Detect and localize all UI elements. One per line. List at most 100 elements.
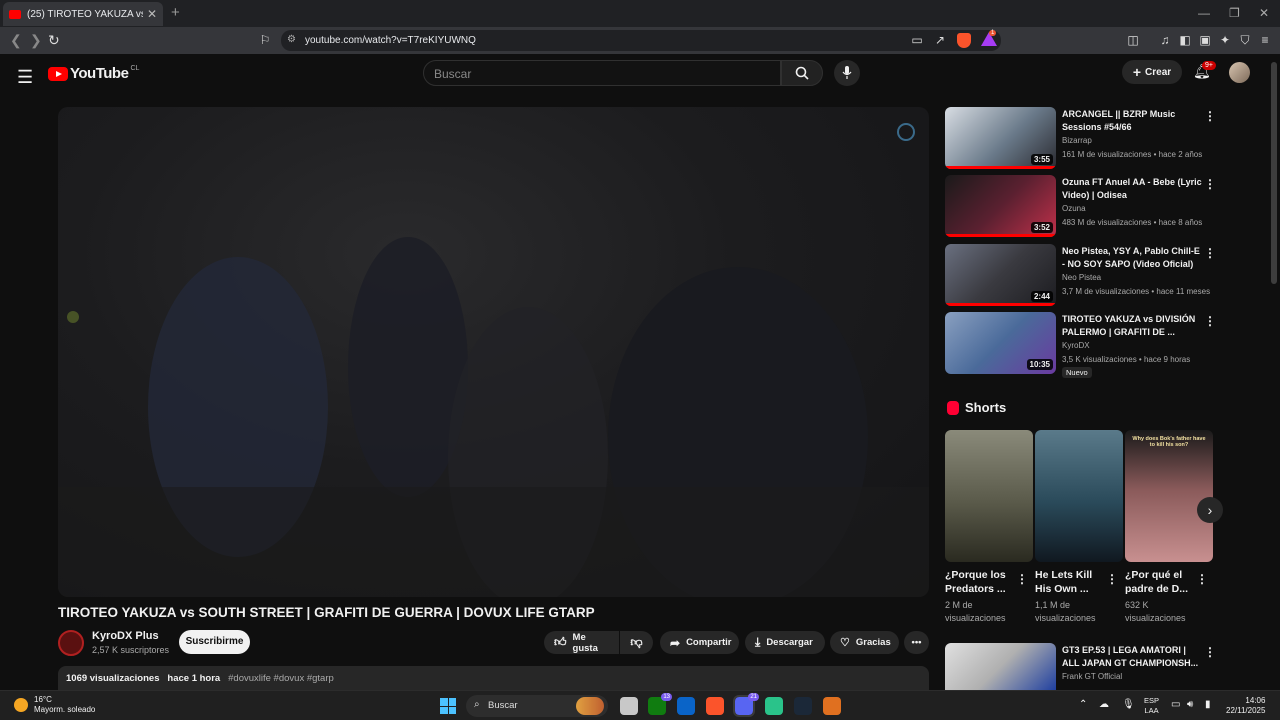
network-icon[interactable]: ▭ [1171,699,1180,710]
chevron-up-icon[interactable]: ⌃ [1079,699,1087,710]
video-thumbnail[interactable]: 3:55 [945,107,1056,169]
close-window-icon[interactable]: ✕ [1259,6,1269,20]
kebab-menu-icon[interactable]: ⋮ [1196,572,1208,586]
new-tab-icon[interactable]: + [171,4,180,21]
url-text: youtube.com/watch?v=T7reKIYUWNQ [305,35,476,46]
description-box[interactable]: 1069 visualizaciones hace 1 hora #dovuxl… [58,666,929,690]
steam-icon[interactable] [794,697,812,715]
cast-icon[interactable]: ▭ [910,33,924,47]
tray-icon[interactable]: ☁ [1099,699,1109,710]
video-thumbnail[interactable]: 3:52 [945,175,1056,237]
kebab-menu-icon[interactable]: ⋮ [1204,314,1216,328]
outlook-icon[interactable] [677,697,695,715]
thanks-button[interactable]: ♡ Gracias [830,631,899,654]
download-button[interactable]: ⤓ Descargar [745,631,825,654]
wallet-icon[interactable]: ▣ [1198,33,1212,47]
page-scrollbar[interactable] [1271,62,1277,284]
clock[interactable]: 14:06 22/11/2025 [1226,696,1265,716]
short-title[interactable]: ¿Por qué el padre de D... [1125,568,1195,596]
short-thumbnail[interactable] [945,430,1033,562]
search-input[interactable]: Buscar [423,60,781,86]
short-title[interactable]: ¿Porque los Predators ... [945,568,1015,596]
related-video[interactable]: 10:35 TIROTEO YAKUZA vs DIVISIÓN PALERMO… [945,312,1216,378]
task-view-icon[interactable] [620,697,638,715]
menu-icon[interactable]: ≡ [1258,33,1272,47]
guide-menu-icon[interactable]: ☰ [17,67,33,88]
short-thumbnail[interactable] [1035,430,1123,562]
kebab-menu-icon[interactable]: ⋮ [1016,572,1028,586]
shorts-next-button[interactable]: › [1197,497,1223,523]
app-icon[interactable] [765,697,783,715]
related-video[interactable]: 3:52 Ozuna FT Anuel AA - Bebe (Lyric Vid… [945,175,1216,237]
discord-icon[interactable]: 21 [733,693,759,717]
vpn-icon[interactable]: ⛉ [1238,33,1252,47]
video-title[interactable]: ARCANGEL || BZRP Music Sessions #54/66 [1062,108,1202,134]
forward-icon[interactable]: ❯ [30,32,42,49]
video-meta: 3,7 M de visualizaciones • hace 11 meses [1062,287,1211,296]
related-video[interactable]: GT3 EP.53 | LEGA AMATORI | ALL JAPAN GT … [945,643,1213,690]
dislike-button[interactable]: 👎︎ [620,631,653,654]
site-info-icon[interactable]: ⚙ [287,34,296,45]
microphone-icon[interactable]: 🎙︎ [1122,699,1135,710]
share-icon[interactable]: ↗ [933,33,947,47]
brave-shields-icon[interactable] [957,33,971,48]
app-icon[interactable] [823,697,841,715]
video-title[interactable]: TIROTEO YAKUZA vs DIVISIÓN PALERMO | GRA… [1062,313,1202,339]
notifications-button[interactable]: 🔔︎ 9+ [1193,61,1216,80]
youtube-logo[interactable]: YouTube CL [48,65,139,82]
channel-name[interactable]: Bizarrap [1062,136,1092,145]
channel-name[interactable]: KyroDX Plus [92,630,159,642]
kebab-menu-icon[interactable]: ⋮ [1204,177,1216,191]
xbox-icon[interactable]: 13 [648,693,672,715]
video-player[interactable] [58,107,929,597]
video-thumbnail[interactable]: 2:44 [945,244,1056,306]
short-thumbnail[interactable]: Why does Bok's father have to kill his s… [1125,430,1213,562]
hashtags[interactable]: #dovuxlife #dovux #gtarp [228,673,334,684]
channel-name[interactable]: KyroDX [1062,341,1090,350]
like-button[interactable]: 👍︎ Me gusta [544,631,619,654]
channel-name[interactable]: Frank GT Official [1062,672,1122,681]
related-video[interactable]: 2:44 Neo Pistea, YSY A, Pablo Chill-E - … [945,244,1216,306]
channel-name[interactable]: Neo Pistea [1062,273,1101,282]
channel-name[interactable]: Ozuna [1062,204,1086,213]
video-thumbnail[interactable] [945,643,1056,690]
video-title[interactable]: Neo Pistea, YSY A, Pablo Chill-E - NO SO… [1062,245,1202,271]
sidebar-icon[interactable]: ◧ [1178,33,1192,47]
short-title[interactable]: He Lets Kill His Own ... [1035,568,1105,596]
account-avatar[interactable] [1229,62,1250,83]
share-button[interactable]: ➦ Compartir [660,631,739,654]
minimize-icon[interactable]: — [1198,6,1210,20]
kebab-menu-icon[interactable]: ⋮ [1204,645,1213,659]
search-button[interactable] [781,60,823,86]
screenshot-icon[interactable]: ◫ [1126,33,1140,47]
voice-search-button[interactable] [834,60,860,86]
channel-avatar[interactable] [58,630,84,656]
close-tab-icon[interactable]: ✕ [147,7,157,21]
more-actions-button[interactable]: ••• [904,631,929,654]
maximize-icon[interactable]: ❐ [1229,6,1240,20]
related-video[interactable]: 3:55 ARCANGEL || BZRP Music Sessions #54… [945,107,1216,169]
battery-icon[interactable]: ▮ [1205,699,1211,710]
create-button[interactable]: + Crear [1122,60,1182,84]
bookmark-icon[interactable]: ⚐ [258,33,272,47]
video-thumbnail[interactable]: 10:35 [945,312,1056,374]
windows-start-icon[interactable] [440,698,456,714]
kebab-menu-icon[interactable]: ⋮ [1204,109,1216,123]
subscribe-button[interactable]: Suscribirme [179,630,250,654]
share-arrow-icon: ➦ [670,635,681,650]
brave-browser-icon[interactable] [706,697,724,715]
volume-icon[interactable]: 🔊︎ [1187,699,1193,710]
video-title[interactable]: Ozuna FT Anuel AA - Bebe (Lyric Video) |… [1062,176,1202,202]
taskbar-search[interactable]: ⌕ Buscar [466,695,608,717]
language-indicator[interactable]: ESP LAA [1144,696,1159,716]
back-icon[interactable]: ❮ [10,32,22,49]
media-icon[interactable]: ♫ [1158,33,1172,47]
browser-tab[interactable]: (25) TIROTEO YAKUZA vs SOUTH ✕ [3,2,163,26]
kebab-menu-icon[interactable]: ⋮ [1106,572,1118,586]
leo-ai-icon[interactable]: ✦ [1218,33,1232,47]
video-title[interactable]: GT3 EP.53 | LEGA AMATORI | ALL JAPAN GT … [1062,644,1202,670]
address-bar[interactable]: ⚙ youtube.com/watch?v=T7reKIYUWNQ [281,30,1001,51]
reload-icon[interactable]: ↻ [48,32,60,49]
kebab-menu-icon[interactable]: ⋮ [1204,246,1216,260]
plus-icon: + [1132,64,1142,80]
